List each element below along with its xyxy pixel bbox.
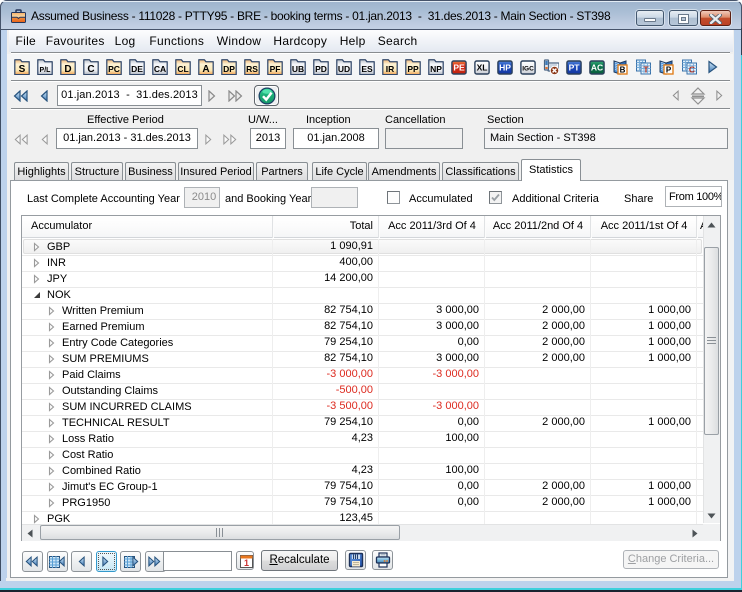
svg-text:CA: CA <box>154 64 166 74</box>
svg-text:PP: PP <box>407 64 419 74</box>
svg-text:HP: HP <box>499 63 511 73</box>
svg-text:UD: UD <box>338 64 350 74</box>
svg-text:B: B <box>620 65 626 74</box>
svg-text:PF: PF <box>270 64 281 74</box>
svg-text:DE: DE <box>131 64 143 74</box>
svg-text:S: S <box>19 64 26 75</box>
svg-text:PT: PT <box>569 63 581 73</box>
svg-text:PC: PC <box>108 64 120 74</box>
svg-text:P: P <box>666 65 672 74</box>
svg-text:RS: RS <box>246 64 258 74</box>
svg-text:C: C <box>689 65 695 75</box>
svg-text:T: T <box>643 65 649 75</box>
svg-text:CL: CL <box>177 64 188 74</box>
svg-text:1: 1 <box>244 558 249 568</box>
svg-text:AC: AC <box>591 63 603 73</box>
svg-text:NP: NP <box>430 64 442 74</box>
svg-text:ES: ES <box>361 64 373 74</box>
svg-text:IGC: IGC <box>522 66 534 73</box>
svg-text:P/L: P/L <box>40 67 52 74</box>
svg-text:UB: UB <box>292 64 304 74</box>
svg-text:D: D <box>64 64 71 75</box>
svg-text:C: C <box>87 64 94 75</box>
svg-text:A: A <box>202 64 209 75</box>
svg-text:IR: IR <box>386 64 395 74</box>
svg-text:PE: PE <box>453 63 465 73</box>
svg-text:XL: XL <box>477 63 488 73</box>
svg-text:PD: PD <box>315 64 327 74</box>
svg-text:DP: DP <box>223 64 235 74</box>
